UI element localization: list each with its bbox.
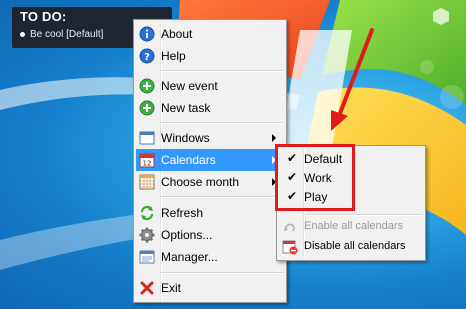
annotation-arrow-icon <box>331 28 374 131</box>
